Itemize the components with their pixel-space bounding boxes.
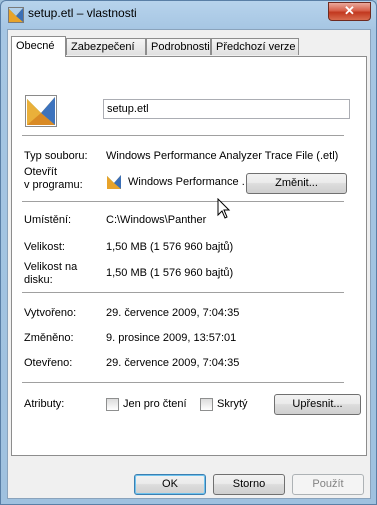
ok-button[interactable]: OK <box>134 474 206 495</box>
dialog-client: Obecné Zabezpečení Podrobnosti Předchozí… <box>7 29 371 499</box>
modified-label: Změněno: <box>24 332 74 344</box>
location-label: Umístění: <box>24 214 72 226</box>
advanced-button[interactable]: Upřesnit... <box>274 394 361 415</box>
properties-window: setup.etl – vlastnosti ✕ Obecné Zabezpeč… <box>0 0 377 505</box>
hidden-checkbox[interactable] <box>200 398 213 411</box>
tab-details[interactable]: Podrobnosti <box>146 38 211 55</box>
size-label: Velikost: <box>24 241 65 253</box>
opens-with-label-line2: v programu: <box>24 179 83 191</box>
tab-general[interactable]: Obecné <box>11 36 66 57</box>
general-panel: setup.etl Typ souboru: Windows Performan… <box>11 56 367 456</box>
etl-file-icon <box>25 95 57 127</box>
cancel-button[interactable]: Storno <box>213 474 285 495</box>
created-label: Vytvořeno: <box>24 307 77 319</box>
separator <box>22 292 344 293</box>
modified-value: 9. prosince 2009, 13:57:01 <box>106 332 237 344</box>
size-on-disk-label-line2: disku: <box>24 274 53 286</box>
separator <box>22 201 344 202</box>
hidden-label[interactable]: Skrytý <box>217 398 248 410</box>
tab-previous-versions[interactable]: Předchozí verze <box>211 38 299 55</box>
windows-performance-analyzer-icon <box>107 175 121 189</box>
etl-file-icon <box>8 7 24 23</box>
apply-button[interactable]: Použít <box>292 474 364 495</box>
size-on-disk-label: Velikost na <box>24 261 78 273</box>
filename-input[interactable]: setup.etl <box>103 99 350 119</box>
change-button[interactable]: Změnit... <box>246 173 347 194</box>
title-bar[interactable]: setup.etl – vlastnosti ✕ <box>1 1 376 29</box>
opens-with-value: Windows Performance . <box>128 176 245 188</box>
separator <box>22 382 344 383</box>
file-type-value: Windows Performance Analyzer Trace File … <box>106 150 339 162</box>
attributes-label: Atributy: <box>24 398 65 410</box>
window-title: setup.etl – vlastnosti <box>28 6 137 20</box>
accessed-value: 29. července 2009, 7:04:35 <box>106 357 240 369</box>
readonly-checkbox[interactable] <box>106 398 119 411</box>
size-value: 1,50 MB (1 576 960 bajtů) <box>106 241 234 253</box>
close-button[interactable]: ✕ <box>328 2 371 21</box>
location-value[interactable]: C:\Windows\Panther <box>106 214 206 226</box>
opens-with-label: Otevřít <box>24 166 58 178</box>
accessed-label: Otevřeno: <box>24 357 73 369</box>
created-value: 29. července 2009, 7:04:35 <box>106 307 240 319</box>
size-on-disk-value: 1,50 MB (1 576 960 bajtů) <box>106 267 234 279</box>
readonly-label[interactable]: Jen pro čtení <box>123 398 187 410</box>
tab-security[interactable]: Zabezpečení <box>66 38 146 55</box>
file-type-label: Typ souboru: <box>24 150 88 162</box>
mouse-cursor-icon <box>217 198 231 219</box>
separator <box>22 135 344 136</box>
